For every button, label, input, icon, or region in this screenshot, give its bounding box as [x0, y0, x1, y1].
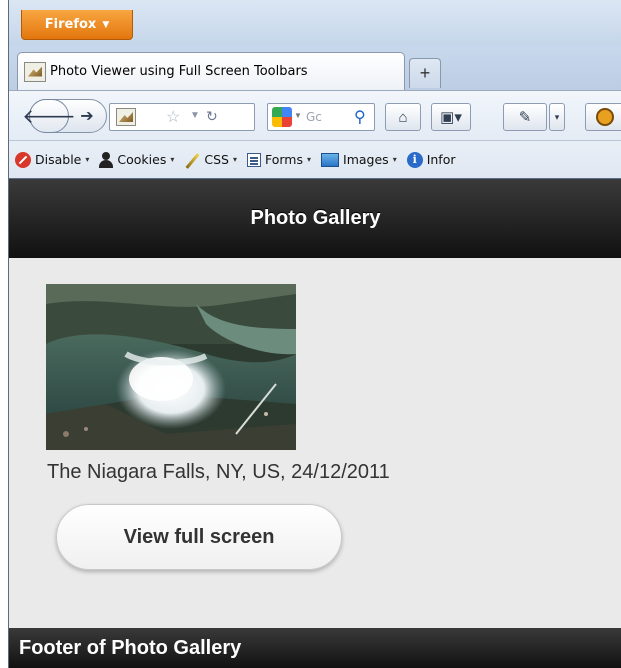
home-button[interactable]: ⌂ — [385, 103, 421, 131]
back-forward-group: 🡐 ➔ — [22, 99, 107, 133]
devbar-item-forms[interactable]: Forms ▾ — [246, 152, 312, 167]
devbar-item-css[interactable]: CSS ▾ — [184, 152, 237, 168]
home-icon: ⌂ — [398, 108, 408, 126]
greasemonkey-button[interactable] — [585, 103, 621, 131]
eyedropper-button[interactable]: ✎ — [503, 103, 547, 131]
search-bar[interactable]: ▼ Gc ⚲ — [267, 103, 375, 131]
greasemonkey-icon — [596, 108, 614, 126]
address-bar[interactable]: ☆ ▼ ↻ — [109, 103, 255, 131]
bookmark-star-icon[interactable]: ☆ — [166, 107, 180, 127]
google-engine-icon[interactable] — [272, 107, 292, 127]
photo-favicon-icon — [24, 61, 46, 82]
page-content: Photo Gallery The Niagara Falls, NY, US,… — [9, 178, 621, 668]
niagara-falls-photo[interactable] — [46, 284, 296, 450]
tab-strip: Photo Viewer using Full Screen Toolbars … — [9, 46, 621, 90]
history-dropdown-icon[interactable]: ▼ — [190, 110, 200, 121]
caret-down-icon: ▾ — [392, 155, 397, 164]
web-developer-toolbar: Disable ▾ Cookies ▾ CSS ▾ Forms ▾ Images… — [9, 140, 621, 178]
niagara-photo-graphic — [46, 284, 296, 450]
photo-caption: The Niagara Falls, NY, US, 24/12/2011 — [47, 461, 390, 483]
images-icon — [321, 152, 340, 167]
eyedropper-dropdown[interactable]: ▾ — [549, 103, 565, 131]
reload-icon[interactable]: ↻ — [206, 108, 218, 125]
caret-down-icon: ▾ — [232, 155, 237, 164]
devbar-label: Cookies — [117, 152, 167, 167]
css-icon — [184, 152, 200, 168]
devbar-label: Disable — [35, 152, 82, 167]
devbar-item-images[interactable]: Images ▾ — [321, 152, 397, 167]
devbar-label: Forms — [264, 152, 303, 167]
back-arrow-icon: 🡐 — [22, 105, 76, 128]
devbar-label: Images — [343, 152, 389, 167]
caret-down-icon: ▾ — [85, 155, 90, 164]
cookies-icon — [99, 151, 114, 168]
tab-title: Photo Viewer using Full Screen Toolbars — [50, 64, 308, 79]
tab-photo-viewer[interactable]: Photo Viewer using Full Screen Toolbars — [17, 52, 405, 90]
title-bar: Firefox ▼ — [9, 0, 621, 46]
caret-down-icon: ▾ — [307, 155, 312, 164]
chevron-down-icon: ▼ — [102, 19, 110, 30]
bookmarks-icon: ▣▾ — [440, 109, 462, 126]
view-full-screen-button[interactable]: View full screen — [56, 504, 342, 570]
devbar-label: Infor — [426, 152, 456, 167]
new-tab-button[interactable]: + — [409, 58, 441, 88]
devbar-item-cookies[interactable]: Cookies ▾ — [99, 151, 175, 168]
forward-arrow-icon: ➔ — [80, 108, 94, 125]
firefox-menu-button[interactable]: Firefox ▼ — [21, 10, 133, 40]
chevron-down-icon: ▾ — [554, 111, 560, 122]
page-header: Photo Gallery — [9, 179, 621, 258]
plus-icon: + — [419, 63, 431, 83]
engine-dropdown-icon[interactable]: ▼ — [294, 111, 302, 120]
eyedropper-icon: ✎ — [518, 109, 532, 126]
page-title: Photo Gallery — [250, 207, 381, 229]
footer-title: Footer of Photo Gallery — [19, 637, 242, 659]
devbar-item-disable[interactable]: Disable ▾ — [15, 151, 90, 168]
back-button[interactable]: 🡐 — [22, 99, 76, 133]
page-footer: Footer of Photo Gallery — [9, 628, 621, 668]
devbar-label: CSS — [204, 152, 229, 167]
firefox-menu-label: Firefox — [44, 17, 97, 32]
devbar-item-information[interactable]: i Infor — [406, 151, 456, 168]
bookmarks-button[interactable]: ▣▾ — [431, 103, 471, 131]
caret-down-icon: ▾ — [170, 155, 175, 164]
forms-icon — [246, 152, 261, 167]
forward-button[interactable]: ➔ — [74, 104, 100, 128]
site-identity-icon[interactable] — [116, 108, 136, 126]
browser-window: Firefox ▼ Photo Viewer using Full Screen… — [8, 0, 621, 668]
information-icon: i — [406, 151, 423, 168]
disable-icon — [15, 151, 31, 168]
search-input[interactable]: Gc — [306, 110, 322, 124]
navigation-toolbar: 🡐 ➔ ☆ ▼ ↻ ▼ Gc ⚲ ⌂ ▣▾ ✎ ▾ — [9, 90, 621, 141]
search-icon[interactable]: ⚲ — [354, 107, 366, 127]
